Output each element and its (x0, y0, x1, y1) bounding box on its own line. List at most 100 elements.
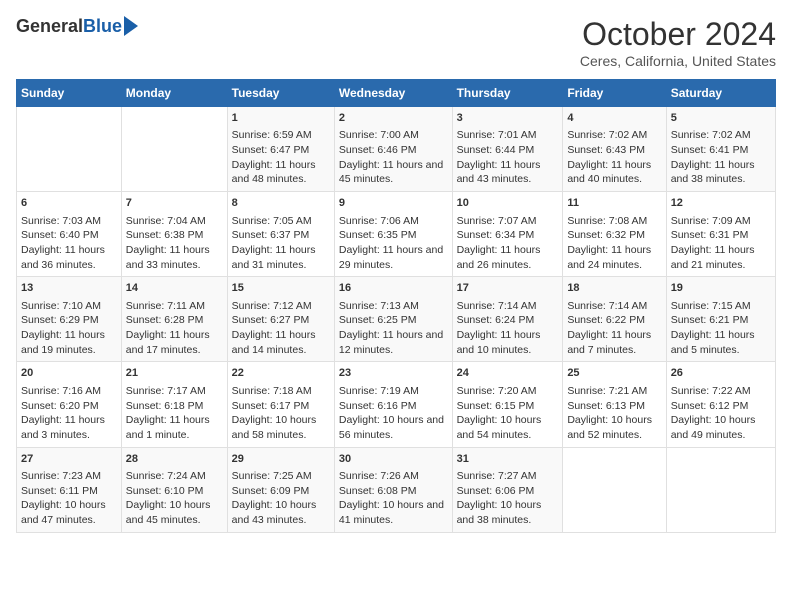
calendar-cell: 17 Sunrise: 7:14 AMSunset: 6:24 PMDayligh… (452, 277, 563, 362)
calendar-cell: 29Sunrise: 7:25 AMSunset: 6:09 PMDayligh… (227, 447, 334, 532)
calendar-cell (563, 447, 666, 532)
sunrise-text: Sunrise: 7:16 AMSunset: 6:20 PMDaylight:… (21, 385, 105, 441)
calendar-cell: 1 Sunrise: 6:59 AMSunset: 6:47 PMDaylight… (227, 107, 334, 192)
sunrise-text: Sunrise: 7:24 AMSunset: 6:10 PMDaylight:… (126, 470, 211, 526)
header: General Blue October 2024 Ceres, Califor… (16, 16, 776, 69)
day-number: 31 (457, 452, 559, 467)
day-number: 8 (232, 196, 330, 211)
day-number: 26 (671, 366, 771, 381)
day-number: 14 (126, 281, 223, 296)
sunrise-text: Sunrise: 6:59 AMSunset: 6:47 PMDaylight:… (232, 129, 316, 185)
calendar-week-1: 1 Sunrise: 6:59 AMSunset: 6:47 PMDaylight… (17, 107, 776, 192)
day-number: 2 (339, 111, 448, 126)
sunrise-text: Sunrise: 7:27 AMSunset: 6:06 PMDaylight:… (457, 470, 542, 526)
calendar-cell: 13 Sunrise: 7:10 AMSunset: 6:29 PMDayligh… (17, 277, 122, 362)
day-number: 28 (126, 452, 223, 467)
day-number: 16 (339, 281, 448, 296)
calendar-week-3: 13 Sunrise: 7:10 AMSunset: 6:29 PMDayligh… (17, 277, 776, 362)
day-number: 1 (232, 111, 330, 126)
calendar-cell: 5 Sunrise: 7:02 AMSunset: 6:41 PMDaylight… (666, 107, 775, 192)
logo-blue-text: Blue (83, 16, 122, 37)
day-number: 19 (671, 281, 771, 296)
calendar-cell: 12Sunrise: 7:09 AMSunset: 6:31 PMDayligh… (666, 192, 775, 277)
calendar-cell (666, 447, 775, 532)
day-number: 18 (567, 281, 661, 296)
sunrise-text: Sunrise: 7:10 AMSunset: 6:29 PMDaylight:… (21, 300, 105, 356)
sunrise-text: Sunrise: 7:18 AMSunset: 6:17 PMDaylight:… (232, 385, 317, 441)
day-number: 5 (671, 111, 771, 126)
logo: General Blue (16, 16, 138, 37)
sunrise-text: Sunrise: 7:03 AMSunset: 6:40 PMDaylight:… (21, 215, 105, 271)
logo-arrow-icon (124, 16, 138, 36)
day-number: 15 (232, 281, 330, 296)
day-number: 24 (457, 366, 559, 381)
day-number: 3 (457, 111, 559, 126)
col-tuesday: Tuesday (227, 80, 334, 107)
logo-general-text: General (16, 16, 83, 37)
col-friday: Friday (563, 80, 666, 107)
sunrise-text: Sunrise: 7:11 AMSunset: 6:28 PMDaylight:… (126, 300, 210, 356)
title-area: October 2024 Ceres, California, United S… (580, 16, 776, 69)
sunrise-text: Sunrise: 7:22 AMSunset: 6:12 PMDaylight:… (671, 385, 756, 441)
calendar-cell: 10 Sunrise: 7:07 AMSunset: 6:34 PMDayligh… (452, 192, 563, 277)
calendar-cell: 2 Sunrise: 7:00 AMSunset: 6:46 PMDaylight… (334, 107, 452, 192)
day-number: 10 (457, 196, 559, 211)
calendar-cell: 15 Sunrise: 7:12 AMSunset: 6:27 PMDayligh… (227, 277, 334, 362)
calendar-cell: 20 Sunrise: 7:16 AMSunset: 6:20 PMDayligh… (17, 362, 122, 447)
day-number: 6 (21, 196, 117, 211)
calendar-table: Sunday Monday Tuesday Wednesday Thursday… (16, 79, 776, 533)
calendar-cell: 24 Sunrise: 7:20 AMSunset: 6:15 PMDayligh… (452, 362, 563, 447)
sunrise-text: Sunrise: 7:06 AMSunset: 6:35 PMDaylight:… (339, 215, 443, 271)
sunrise-text: Sunrise: 7:19 AMSunset: 6:16 PMDaylight:… (339, 385, 444, 441)
month-title: October 2024 (580, 16, 776, 53)
sunrise-text: Sunrise: 7:08 AMSunset: 6:32 PMDaylight:… (567, 215, 651, 271)
day-number: 27 (21, 452, 117, 467)
calendar-cell: 18 Sunrise: 7:14 AMSunset: 6:22 PMDayligh… (563, 277, 666, 362)
sunrise-text: Sunrise: 7:04 AMSunset: 6:38 PMDaylight:… (126, 215, 210, 271)
sunrise-text: Sunrise: 7:26 AMSunset: 6:08 PMDaylight:… (339, 470, 444, 526)
sunrise-text: Sunrise: 7:21 AMSunset: 6:13 PMDaylight:… (567, 385, 652, 441)
calendar-cell: 30 Sunrise: 7:26 AMSunset: 6:08 PMDayligh… (334, 447, 452, 532)
location-text: Ceres, California, United States (580, 53, 776, 69)
calendar-cell: 9 Sunrise: 7:06 AMSunset: 6:35 PMDaylight… (334, 192, 452, 277)
calendar-week-4: 20 Sunrise: 7:16 AMSunset: 6:20 PMDayligh… (17, 362, 776, 447)
calendar-cell: 3 Sunrise: 7:01 AMSunset: 6:44 PMDaylight… (452, 107, 563, 192)
sunrise-text: Sunrise: 7:15 AMSunset: 6:21 PMDaylight:… (671, 300, 755, 356)
day-number: 30 (339, 452, 448, 467)
day-number: 9 (339, 196, 448, 211)
day-number: 4 (567, 111, 661, 126)
calendar-cell: 8Sunrise: 7:05 AMSunset: 6:37 PMDaylight… (227, 192, 334, 277)
calendar-week-2: 6 Sunrise: 7:03 AMSunset: 6:40 PMDaylight… (17, 192, 776, 277)
day-number: 22 (232, 366, 330, 381)
col-saturday: Saturday (666, 80, 775, 107)
sunrise-text: Sunrise: 7:12 AMSunset: 6:27 PMDaylight:… (232, 300, 316, 356)
calendar-cell (17, 107, 122, 192)
calendar-cell: 22 Sunrise: 7:18 AMSunset: 6:17 PMDayligh… (227, 362, 334, 447)
calendar-cell: 31 Sunrise: 7:27 AMSunset: 6:06 PMDayligh… (452, 447, 563, 532)
day-number: 7 (126, 196, 223, 211)
sunrise-text: Sunrise: 7:07 AMSunset: 6:34 PMDaylight:… (457, 215, 541, 271)
day-number: 21 (126, 366, 223, 381)
sunrise-text: Sunrise: 7:13 AMSunset: 6:25 PMDaylight:… (339, 300, 443, 356)
calendar-cell: 21Sunrise: 7:17 AMSunset: 6:18 PMDayligh… (121, 362, 227, 447)
day-number: 13 (21, 281, 117, 296)
col-wednesday: Wednesday (334, 80, 452, 107)
calendar-cell: 28 Sunrise: 7:24 AMSunset: 6:10 PMDayligh… (121, 447, 227, 532)
calendar-cell: 27Sunrise: 7:23 AMSunset: 6:11 PMDayligh… (17, 447, 122, 532)
sunrise-text: Sunrise: 7:02 AMSunset: 6:43 PMDaylight:… (567, 129, 651, 185)
sunrise-text: Sunrise: 7:02 AMSunset: 6:41 PMDaylight:… (671, 129, 755, 185)
calendar-cell: 23Sunrise: 7:19 AMSunset: 6:16 PMDayligh… (334, 362, 452, 447)
calendar-cell: 25Sunrise: 7:21 AMSunset: 6:13 PMDayligh… (563, 362, 666, 447)
sunrise-text: Sunrise: 7:01 AMSunset: 6:44 PMDaylight:… (457, 129, 541, 185)
calendar-cell: 6 Sunrise: 7:03 AMSunset: 6:40 PMDaylight… (17, 192, 122, 277)
calendar-cell: 4 Sunrise: 7:02 AMSunset: 6:43 PMDaylight… (563, 107, 666, 192)
sunrise-text: Sunrise: 7:14 AMSunset: 6:24 PMDaylight:… (457, 300, 541, 356)
day-number: 20 (21, 366, 117, 381)
sunrise-text: Sunrise: 7:25 AMSunset: 6:09 PMDaylight:… (232, 470, 317, 526)
sunrise-text: Sunrise: 7:09 AMSunset: 6:31 PMDaylight:… (671, 215, 755, 271)
calendar-cell: 14 Sunrise: 7:11 AMSunset: 6:28 PMDayligh… (121, 277, 227, 362)
sunrise-text: Sunrise: 7:20 AMSunset: 6:15 PMDaylight:… (457, 385, 542, 441)
day-number: 17 (457, 281, 559, 296)
sunrise-text: Sunrise: 7:14 AMSunset: 6:22 PMDaylight:… (567, 300, 651, 356)
sunrise-text: Sunrise: 7:00 AMSunset: 6:46 PMDaylight:… (339, 129, 443, 185)
